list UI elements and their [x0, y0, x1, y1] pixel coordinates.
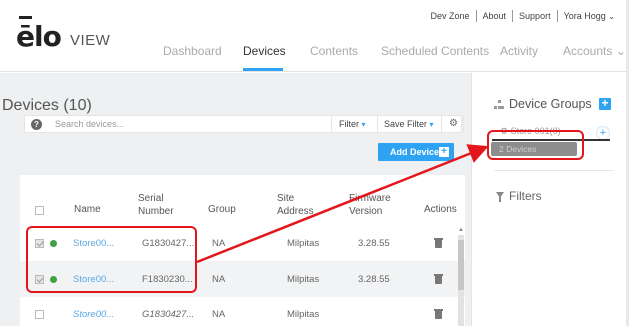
device-name-link[interactable]: Store00... [73, 309, 114, 320]
save-filter-label: Save Filter [384, 119, 428, 129]
annotation-drop-target-box [487, 130, 584, 160]
search-divider [441, 116, 442, 132]
scrollbar-thumb[interactable] [458, 240, 464, 290]
gear-icon[interactable]: ⚙ [449, 118, 458, 129]
utility-separator [512, 10, 514, 22]
active-tab-indicator [243, 68, 283, 71]
filters-title: Filters [509, 189, 542, 203]
user-name: Yora Hogg [563, 11, 606, 21]
dev-zone-link[interactable]: Dev Zone [430, 11, 469, 21]
trash-icon[interactable] [434, 309, 443, 319]
group-value: NA [212, 309, 226, 320]
scroll-up-arrow-icon[interactable]: ▲ [458, 227, 464, 233]
tab-accounts-label: Accounts [563, 44, 613, 58]
add-device-button[interactable]: Add Device + [378, 143, 454, 161]
column-header-firmware[interactable]: Firmware Version [349, 192, 409, 218]
about-link[interactable]: About [483, 11, 507, 21]
help-icon[interactable]: ? [31, 119, 42, 130]
column-header-actions: Actions [424, 204, 457, 215]
user-menu[interactable]: Yora Hogg ⌄ [564, 11, 615, 21]
support-link[interactable]: Support [519, 11, 551, 21]
search-divider [463, 116, 464, 132]
funnel-icon [496, 192, 504, 202]
add-group-button[interactable]: + [599, 97, 611, 110]
utility-nav: Dev Zone About Support Yora Hogg ⌄ [430, 10, 615, 22]
firmware-version: 3.28.55 [358, 274, 390, 285]
site-address: Milpitas [287, 238, 320, 249]
add-device-label: Add Device [390, 147, 440, 157]
save-filter-button[interactable]: Save Filter ▾ [384, 119, 434, 129]
hierarchy-icon [494, 100, 504, 110]
chevron-down-icon: ⌄ [608, 12, 615, 21]
search-bar: ? Filter ▾ Save Filter ▾ ⚙ [24, 115, 480, 133]
tab-accounts[interactable]: Accounts ⌄ [563, 44, 626, 58]
caret-down-icon: ▾ [429, 120, 434, 129]
annotation-selected-rows-box [26, 226, 197, 293]
utility-separator [556, 10, 558, 22]
trash-icon[interactable] [434, 274, 443, 284]
panel-divider [494, 170, 614, 171]
utility-separator [475, 10, 477, 22]
search-divider [377, 116, 378, 132]
firmware-version: 3.28.55 [358, 238, 390, 249]
tab-contents[interactable]: Contents [310, 44, 358, 58]
plus-icon: + [439, 147, 449, 157]
tab-devices[interactable]: Devices [243, 44, 286, 58]
page-title: Devices (10) [2, 97, 92, 114]
site-address: Milpitas [287, 309, 320, 320]
column-header-group[interactable]: Group [208, 203, 236, 216]
search-input[interactable] [55, 117, 305, 131]
row-checkbox[interactable] [35, 310, 44, 319]
logo-product: VIEW [70, 32, 111, 49]
trash-icon[interactable] [434, 238, 443, 248]
add-to-group-icon[interactable]: + [596, 126, 610, 140]
tab-dashboard[interactable]: Dashboard [163, 44, 222, 58]
chevron-down-icon: ⌄ [615, 44, 626, 58]
group-value: NA [212, 238, 226, 249]
search-divider [331, 116, 332, 132]
site-address: Milpitas [287, 274, 320, 285]
column-header-serial[interactable]: Serial Number [138, 192, 188, 218]
group-value: NA [212, 274, 226, 285]
column-header-name[interactable]: Name [74, 203, 101, 216]
device-groups-title: Device Groups [509, 97, 592, 111]
select-all-checkbox[interactable] [35, 206, 44, 215]
tab-activity[interactable]: Activity [500, 44, 538, 58]
caret-down-icon: ▾ [361, 120, 366, 129]
tab-scheduled-contents[interactable]: Scheduled Contents [381, 44, 489, 58]
filter-button[interactable]: Filter ▾ [339, 119, 366, 129]
serial-number: G1830427... [142, 309, 195, 320]
logo-macron [19, 16, 32, 19]
logo-brand: ēlo [16, 20, 62, 53]
filter-label: Filter [339, 119, 359, 129]
top-header: ēlo VIEW Dev Zone About Support Yora Hog… [0, 0, 629, 72]
column-header-site[interactable]: Site Address [277, 192, 327, 218]
device-groups-panel: Device Groups + ⚙ Store 001(0) + 2 Devic… [471, 73, 629, 326]
